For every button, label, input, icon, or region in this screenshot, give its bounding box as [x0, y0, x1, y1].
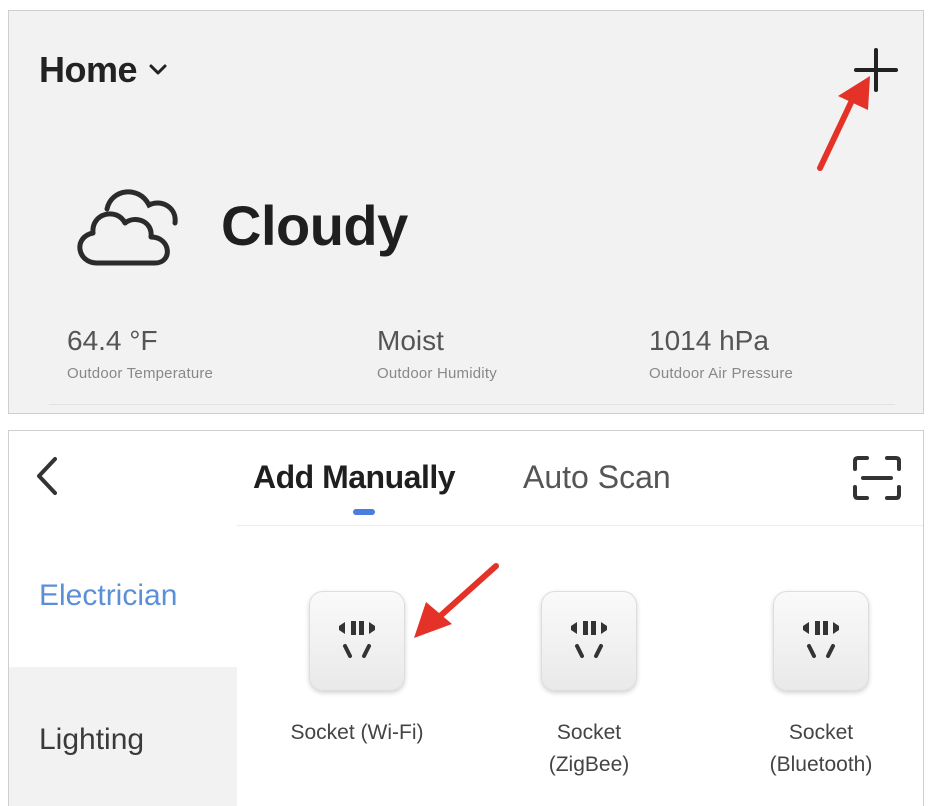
- home-selector[interactable]: Home: [39, 49, 169, 91]
- chevron-down-icon: [149, 64, 167, 75]
- tab-auto-scan[interactable]: Auto Scan: [523, 459, 671, 496]
- plus-icon[interactable]: [851, 45, 901, 95]
- scan-icon[interactable]: [849, 453, 905, 503]
- device-socket-bluetooth[interactable]: Socket (Bluetooth): [721, 591, 921, 781]
- weather-stats: 64.4 °F Outdoor Temperature Moist Outdoo…: [67, 325, 887, 395]
- device-socket-zigbee[interactable]: Socket (ZigBee): [489, 591, 689, 781]
- back-icon[interactable]: [29, 453, 65, 499]
- socket-icon: [309, 591, 405, 691]
- device-socket-wifi[interactable]: Socket (Wi-Fi): [257, 591, 457, 749]
- stat-label: Outdoor Temperature: [67, 365, 214, 382]
- stat-value: 1014 hPa: [649, 325, 769, 356]
- sidebar-item-electrician[interactable]: Electrician: [9, 525, 237, 665]
- socket-icon: [773, 591, 869, 691]
- home-title: Home: [39, 49, 138, 90]
- device-label: Socket (Bluetooth): [769, 721, 873, 776]
- sidebar-item-lighting[interactable]: Lighting: [9, 667, 237, 806]
- stat-label: Outdoor Humidity: [377, 365, 497, 382]
- stat-humidity: Moist Outdoor Humidity: [377, 325, 497, 382]
- weather-condition: Cloudy: [221, 193, 408, 257]
- device-label: Socket (ZigBee): [548, 721, 630, 776]
- add-device-panel: Add Manually Auto Scan Electrician Light…: [8, 430, 924, 806]
- category-label: Lighting: [39, 723, 145, 756]
- device-label: Socket (Wi-Fi): [290, 721, 424, 744]
- tab-add-manually[interactable]: Add Manually: [253, 459, 456, 496]
- stat-value: 64.4 °F: [67, 325, 158, 356]
- stat-value: Moist: [377, 325, 444, 356]
- weather-summary: Cloudy: [67, 179, 408, 271]
- stat-temperature: 64.4 °F Outdoor Temperature: [67, 325, 213, 382]
- active-tab-indicator: [353, 509, 375, 515]
- category-sidebar: Electrician Lighting: [9, 525, 237, 806]
- home-panel: Home Cloudy 64.4 °F Outdoor Temperature …: [8, 10, 924, 414]
- cloud-icon: [77, 189, 178, 266]
- stat-label: Outdoor Air Pressure: [649, 365, 794, 382]
- divider: [49, 404, 895, 405]
- stat-air-pressure: 1014 hPa Outdoor Air Pressure: [649, 325, 793, 382]
- add-device-navbar: Add Manually Auto Scan: [9, 431, 923, 526]
- category-label: Electrician: [39, 579, 178, 612]
- socket-icon: [541, 591, 637, 691]
